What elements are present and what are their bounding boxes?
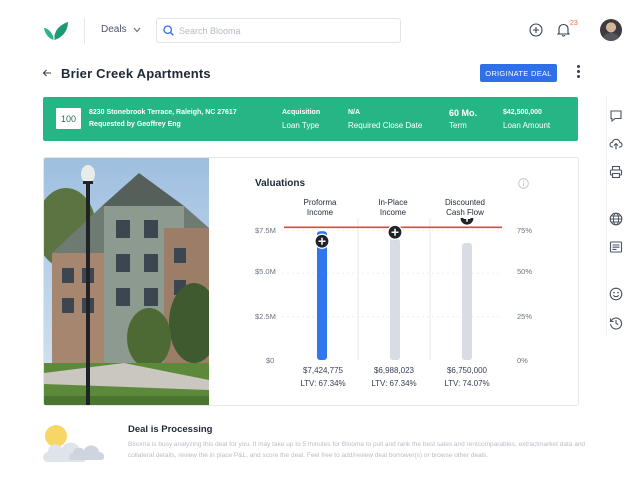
bell-icon[interactable] — [557, 22, 570, 37]
requested-by: Requested by Geoffrey Eng — [89, 121, 181, 128]
smiley-icon[interactable] — [609, 287, 623, 301]
term-label: Term — [449, 121, 467, 130]
printer-icon[interactable] — [609, 165, 623, 179]
value-label-in-place: $6,988,023 — [373, 366, 415, 375]
right-rail-divider — [606, 96, 607, 336]
deal-id-badge: 100 — [56, 108, 81, 129]
topbar-divider — [84, 18, 85, 44]
comment-icon[interactable] — [609, 109, 623, 123]
deal-summary-bar: 100 8230 Stonebrook Terrace, Raleigh, NC… — [43, 97, 578, 141]
loan-type-value: Acquisition — [282, 109, 321, 116]
y-axis-label-right: 75% — [517, 226, 533, 235]
loan-type-label: Loan Type — [282, 121, 320, 130]
chevron-down-icon — [133, 27, 141, 32]
column-header-line: In-Place — [378, 198, 408, 207]
valuation-bar — [317, 231, 327, 360]
info-icon[interactable] — [518, 178, 529, 189]
column-header-line: Income — [379, 208, 407, 217]
property-photo — [44, 158, 209, 405]
valuation-bar — [462, 243, 472, 360]
search-input[interactable] — [179, 25, 389, 36]
valuations-chart — [282, 218, 502, 360]
deal-address: 8230 Stonebrook Terrace, Raleigh, NC 276… — [89, 109, 237, 116]
column-header-proforma: Proforma Income — [290, 198, 350, 218]
column-header-line: Proforma — [303, 198, 337, 207]
close-date-label: Required Close Date — [348, 121, 423, 130]
cloud-sun-icon — [43, 425, 105, 462]
globe-icon[interactable] — [609, 212, 623, 226]
ltv-label-in-place: LTV: 67.34% — [371, 379, 417, 388]
column-header-line: Income — [306, 208, 334, 217]
page-title: Brier Creek Apartments — [61, 66, 211, 81]
search-bar[interactable] — [156, 18, 401, 43]
ltv-label-dcf: LTV: 74.07% — [444, 379, 490, 388]
ltv-label-proforma: LTV: 67.34% — [300, 379, 346, 388]
loan-amount-label: Loan Amount — [503, 121, 551, 130]
value-label-dcf: $6,750,000 — [446, 366, 488, 375]
originate-deal-button[interactable]: ORIGINATE DEAL — [480, 64, 557, 82]
column-header-line: Discounted — [444, 198, 486, 207]
processing-title: Deal is Processing — [128, 424, 213, 435]
valuation-bar — [390, 238, 400, 360]
avatar[interactable] — [600, 19, 622, 41]
leaf-logo-icon[interactable] — [42, 20, 70, 42]
loan-amount-value: $42,500,000 — [503, 109, 542, 116]
top-bar: Deals 23 — [0, 0, 640, 60]
search-icon — [163, 25, 174, 36]
history-icon[interactable] — [609, 316, 623, 330]
arrow-left-icon[interactable] — [42, 67, 52, 81]
y-axis-label-right: 50% — [517, 267, 533, 276]
close-date-value: N/A — [348, 109, 361, 116]
column-header-dcf: Discounted Cash Flow — [435, 198, 495, 218]
add-circle-icon[interactable] — [529, 23, 543, 37]
column-header-line: Cash Flow — [446, 208, 484, 217]
y-axis-label-right: 25% — [517, 312, 533, 321]
valuations-title: Valuations — [255, 178, 306, 189]
deals-menu[interactable]: Deals — [101, 24, 141, 35]
more-options-icon[interactable] — [574, 65, 582, 81]
term-value: 60 Mo. — [449, 108, 478, 118]
column-header-in-place: In-Place Income — [363, 198, 423, 218]
cloud-upload-icon[interactable] — [609, 137, 623, 151]
value-label-proforma: $7,424,775 — [302, 366, 344, 375]
processing-description: Blooma is busy analyzing this deal for y… — [128, 441, 586, 459]
deals-menu-label: Deals — [101, 24, 127, 35]
notification-count: 23 — [570, 20, 578, 27]
y-axis-label-right: 0% — [517, 356, 528, 365]
id-card-icon[interactable] — [609, 240, 623, 254]
